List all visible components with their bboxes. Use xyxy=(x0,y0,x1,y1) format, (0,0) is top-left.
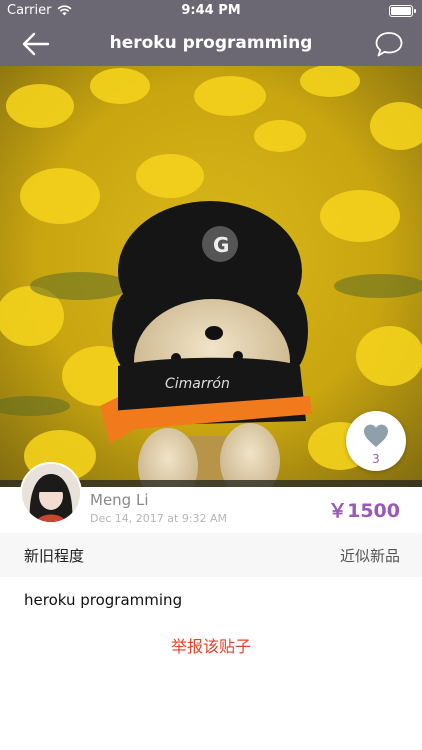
chat-bubble-icon[interactable] xyxy=(374,30,404,58)
description-text: heroku programming xyxy=(24,591,183,609)
svg-text:G: G xyxy=(213,233,229,257)
status-bar: Carrier 9:44 PM xyxy=(0,0,422,22)
heart-icon xyxy=(364,424,388,447)
post-date: Dec 14, 2017 at 9:32 AM xyxy=(90,512,228,525)
page-title: heroku programming xyxy=(109,33,313,53)
price-label: ￥1500 xyxy=(328,500,400,522)
condition-label: 新旧程度 xyxy=(24,547,85,565)
seller-name[interactable]: Meng Li xyxy=(90,491,149,509)
like-button[interactable]: 3 xyxy=(346,411,406,471)
avatar[interactable] xyxy=(20,462,82,524)
condition-value: 近似新品 xyxy=(339,547,400,565)
report-post-button[interactable]: 举报该贴子 xyxy=(0,633,422,657)
description-section: heroku programming 举报该贴子 xyxy=(0,577,422,750)
battery-icon xyxy=(389,5,416,17)
condition-row: 新旧程度 近似新品 xyxy=(0,533,422,577)
navigation-bar: heroku programming xyxy=(0,22,422,66)
seller-row: Meng Li Dec 14, 2017 at 9:32 AM ￥1500 xyxy=(0,462,422,533)
back-arrow-icon[interactable] xyxy=(20,30,52,58)
status-time: 9:44 PM xyxy=(181,3,241,18)
like-count: 3 xyxy=(372,452,380,466)
svg-text:Cimarrón: Cimarrón xyxy=(165,376,230,392)
